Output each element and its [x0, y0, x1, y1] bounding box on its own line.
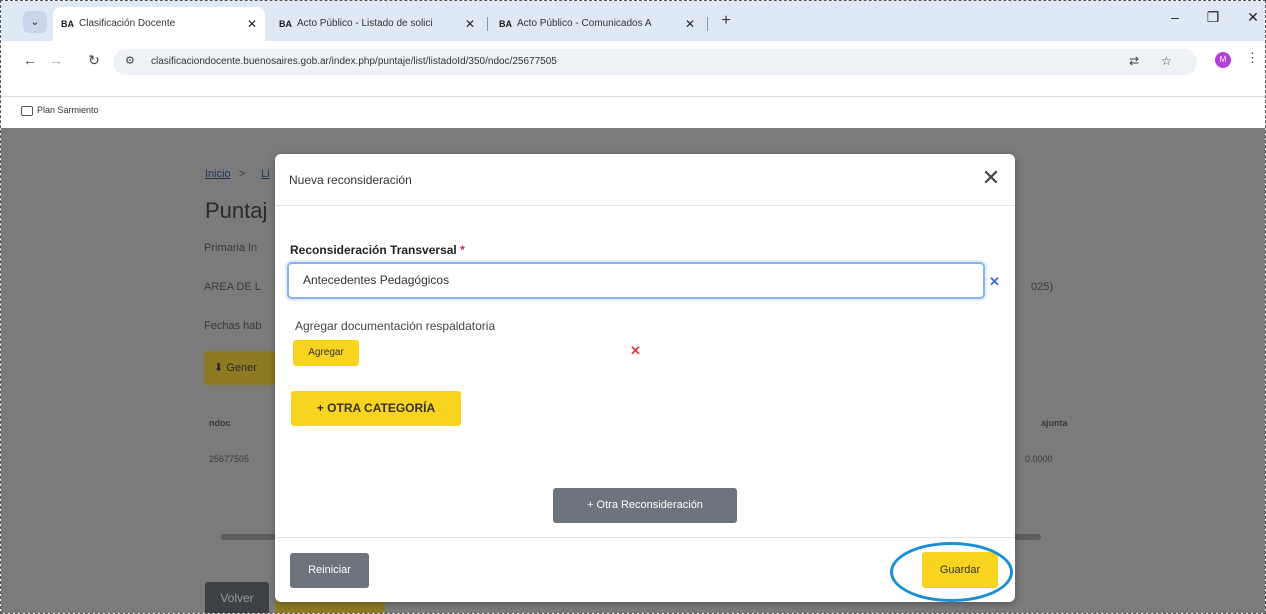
tab-favicon: BA [279, 19, 292, 29]
translate-icon[interactable]: ⇄ [1129, 54, 1139, 68]
tab-title: Acto Público - Listado de solici [297, 18, 433, 29]
tab-divider [707, 17, 708, 31]
bookmark-star-icon[interactable]: ☆ [1161, 54, 1172, 68]
add-document-button[interactable]: Agregar [293, 340, 359, 366]
tab-title: Clasificación Docente [79, 18, 176, 29]
new-tab-button[interactable]: + [714, 9, 738, 33]
tab-acto-publico-listado[interactable]: BA Acto Público - Listado de solici ✕ [271, 7, 483, 41]
browser-toolbar: ← → ↻ ⚙ clasificaciondocente.buenosaires… [1, 41, 1265, 116]
tab-clasificacion-docente[interactable]: BA Clasificación Docente ✕ [53, 7, 265, 41]
tab-divider [487, 17, 488, 31]
table-cell-ndoc: 25677505 [209, 454, 250, 464]
page-area-suffix: 025) [1031, 281, 1054, 293]
back-arrow-icon[interactable]: ← [19, 49, 41, 71]
save-button[interactable]: Guardar [922, 552, 998, 588]
clear-selection-icon[interactable]: ✕ [989, 274, 1000, 290]
bookmark-label: Plan Sarmiento [37, 105, 99, 115]
reset-button[interactable]: Reiniciar [290, 553, 369, 588]
forward-arrow-icon[interactable]: → [45, 49, 67, 71]
reconsideration-select[interactable]: Antecedentes Pedagógicos [287, 262, 985, 299]
page-title: Puntaj [205, 198, 268, 223]
minimize-icon[interactable]: – [1163, 9, 1187, 25]
other-reconsideration-button[interactable]: + Otra Reconsideración [553, 488, 737, 523]
menu-kebab-icon[interactable]: ⋮ [1246, 50, 1259, 66]
tab-title: Acto Público - Comunicados A [517, 18, 652, 29]
browser-tab-strip: ⌄ BA Clasificación Docente ✕ BA Acto Púb… [1, 1, 1265, 41]
doc-label: Agregar documentación respaldatoria [295, 319, 496, 333]
restore-icon[interactable]: ❐ [1201, 9, 1225, 26]
tab-close-icon[interactable]: ✕ [685, 7, 695, 41]
reconsideration-modal: Nueva reconsideración ✕ Reconsideración … [275, 154, 1015, 602]
generate-button[interactable]: ⬇ Gener [204, 351, 276, 385]
other-category-button[interactable]: + OTRA CATEGORÍA [291, 391, 461, 426]
site-info-icon[interactable]: ⚙ [125, 54, 135, 67]
field-label-text: Reconsideración Transversal [290, 243, 457, 257]
table-header-ndoc: ndoc [209, 418, 231, 428]
page-dates-text: Fechas hab [204, 320, 262, 332]
modal-header: Nueva reconsideración ✕ [275, 154, 1015, 206]
table-cell-adjunta: 0.0000 [1025, 454, 1053, 464]
modal-footer-divider [275, 537, 1015, 538]
modal-title: Nueva reconsideración [289, 173, 412, 187]
tab-search-button[interactable]: ⌄ [23, 11, 47, 33]
reload-icon[interactable]: ↻ [83, 49, 105, 71]
breadcrumb-separator: > [239, 168, 246, 180]
back-button[interactable]: Volver [205, 582, 269, 613]
remove-document-icon[interactable]: ✕ [630, 343, 641, 359]
address-bar[interactable]: ⚙ clasificaciondocente.buenosaires.gob.a… [113, 49, 1197, 75]
page-subtitle: Primaria In [204, 242, 258, 254]
generate-button-label: Gener [226, 362, 257, 374]
bookmark-folder-icon [21, 105, 33, 116]
field-label: Reconsideración Transversal * [290, 243, 465, 257]
url-text: clasificaciondocente.buenosaires.gob.ar/… [151, 56, 557, 67]
select-value: Antecedentes Pedagógicos [303, 273, 450, 287]
bookmark-plan-sarmiento[interactable]: Plan Sarmiento [21, 103, 99, 117]
tab-favicon: BA [499, 19, 512, 29]
screenshot: ⌄ BA Clasificación Docente ✕ BA Acto Púb… [0, 0, 1266, 614]
page-area-text: AREA DE L [204, 281, 261, 293]
tab-acto-publico-comunicados[interactable]: BA Acto Público - Comunicados A ✕ [491, 7, 703, 41]
download-icon: ⬇ [214, 362, 227, 374]
required-mark: * [460, 243, 465, 257]
tab-close-icon[interactable]: ✕ [247, 7, 257, 41]
breadcrumb-list[interactable]: Li [261, 168, 270, 180]
close-icon[interactable]: ✕ [979, 166, 1003, 190]
tab-favicon: BA [61, 19, 74, 29]
profile-avatar[interactable]: M [1215, 52, 1231, 68]
table-header-adjunta: ajunta [1041, 418, 1068, 428]
tab-close-icon[interactable]: ✕ [465, 7, 475, 41]
window-close-icon[interactable]: ✕ [1241, 9, 1265, 26]
breadcrumb-home[interactable]: Inicio [205, 168, 231, 180]
